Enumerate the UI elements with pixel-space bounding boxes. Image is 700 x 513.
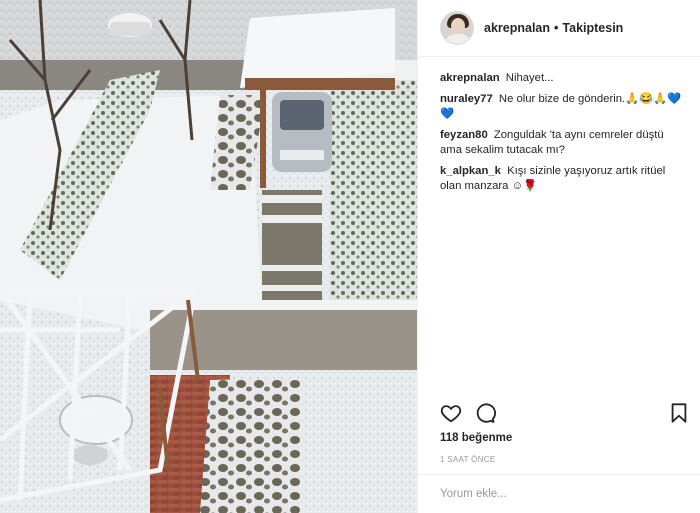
post-header: akrepnalan • Takiptesin: [418, 0, 700, 57]
comment-text: Nihayet...: [505, 72, 554, 84]
bookmark-icon[interactable]: [668, 402, 690, 424]
snowy-garden-image: [0, 0, 417, 513]
post-sidebar: akrepnalan • Takiptesin akrepnalan Nihay…: [417, 0, 700, 513]
comment-item: k_alpkan_k Kışı sizinle yaşıyoruz artık …: [440, 164, 685, 194]
comment-username[interactable]: feyzan80: [440, 129, 488, 141]
follow-status[interactable]: Takiptesin: [562, 21, 623, 35]
comment-username[interactable]: akrepnalan: [440, 72, 500, 84]
header-text: akrepnalan • Takiptesin: [484, 21, 623, 35]
comment-item: nuraley77 Ne olur bize de gönderin.🙏😂🙏💙💙: [440, 92, 685, 122]
comment-bubble-icon[interactable]: [474, 402, 496, 424]
comment-username[interactable]: nuraley77: [440, 93, 493, 105]
comment-item: feyzan80 Zonguldak 'ta aynı cemreler düş…: [440, 128, 685, 158]
comment-username[interactable]: k_alpkan_k: [440, 165, 501, 177]
post-time: 1 SAAT ÖNCE: [440, 455, 496, 464]
heart-icon[interactable]: [440, 402, 462, 424]
post-actions: [440, 402, 690, 426]
header-username[interactable]: akrepnalan: [484, 21, 550, 35]
like-count[interactable]: 118 beğenme: [440, 432, 512, 444]
comment-item: akrepnalan Nihayet...: [440, 71, 685, 86]
add-comment-bar: [418, 474, 700, 513]
header-separator: •: [554, 21, 559, 35]
post-photo[interactable]: [0, 0, 417, 513]
avatar[interactable]: [440, 11, 474, 45]
comment-input[interactable]: [440, 488, 660, 500]
comments-list: akrepnalan Nihayet... nuraley77 Ne olur …: [418, 57, 700, 194]
